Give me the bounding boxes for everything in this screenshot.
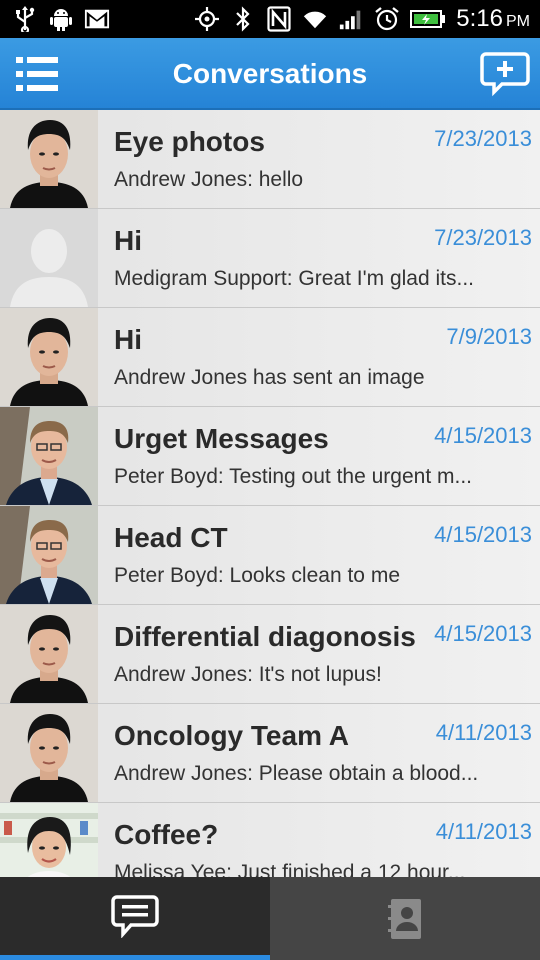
conversation-row[interactable]: Differential diagonosis 4/15/2013 Andrew J… (0, 605, 540, 704)
conversation-title: Hi (114, 225, 142, 256)
avatar (0, 506, 98, 604)
conversation-row[interactable]: Hi 7/9/2013 Andrew Jones has sent an image (0, 308, 540, 407)
conversation-preview: Medigram Support: Great I'm glad its... (114, 267, 474, 290)
conversation-preview: Melissa Yee: Just finished a 12 hour... (114, 861, 466, 877)
conversation-row[interactable]: Hi 7/23/2013 Medigram Support: Great I'm g… (0, 209, 540, 308)
conversation-date: 7/23/2013 (434, 126, 532, 151)
wifi-icon (302, 6, 328, 32)
chat-bubble-icon (111, 895, 159, 938)
conversation-date: 7/9/2013 (446, 324, 532, 349)
conversation-title: Head CT (114, 522, 228, 553)
avatar (0, 704, 98, 802)
tab-contacts[interactable] (270, 877, 540, 960)
conversation-date: 4/15/2013 (434, 621, 532, 646)
avatar (0, 209, 98, 307)
conversation-title: Hi (114, 324, 142, 355)
conversation-date: 4/11/2013 (435, 819, 532, 844)
usb-icon (12, 6, 38, 32)
page-title: Conversations (172, 58, 368, 89)
conversation-date: 4/15/2013 (434, 522, 532, 547)
conversation-row[interactable]: Urget Messages 4/15/2013 Peter Boyd: Testi… (0, 407, 540, 506)
conversation-row[interactable]: Oncology Team A 4/11/2013 Andrew Jones: Pl… (0, 704, 540, 803)
conversation-preview: Andrew Jones has sent an image (114, 366, 425, 389)
gmail-icon (84, 6, 110, 32)
gps-icon (194, 6, 220, 32)
conversation-row[interactable]: Coffee? 4/11/2013 Melissa Yee: Just finish… (0, 803, 540, 877)
avatar (0, 605, 98, 703)
conversation-preview: Peter Boyd: Looks clean to me (114, 564, 400, 587)
avatar (0, 407, 98, 505)
conversation-title: Coffee? (114, 819, 219, 850)
conversation-title: Urget Messages (114, 423, 329, 454)
battery-icon (410, 6, 446, 32)
avatar (0, 803, 98, 877)
bottom-tab-bar (0, 877, 540, 960)
alarm-icon (374, 6, 400, 32)
conversation-preview: Andrew Jones: hello (114, 168, 304, 191)
conversation-title: Differential diagonosis (114, 621, 416, 652)
conversation-preview: Peter Boyd: Testing out the urgent m... (114, 465, 472, 488)
new-conversation-button[interactable] (480, 50, 530, 98)
conversation-preview: Andrew Jones: Please obtain a blood... (114, 762, 479, 785)
bluetooth-icon (230, 6, 256, 32)
clock: 5:16 PM (456, 5, 530, 32)
conversation-date: 4/11/2013 (435, 720, 532, 745)
avatar (0, 110, 98, 208)
tab-conversations[interactable] (0, 877, 270, 960)
nfc-icon (266, 6, 292, 32)
conversation-row[interactable]: Eye photos 7/23/2013 Andrew Jones: hello (0, 110, 540, 209)
new-conversation-icon (480, 52, 530, 97)
status-bar: 5:16 PM (0, 0, 540, 38)
conversation-title: Eye photos (114, 126, 265, 157)
avatar (0, 308, 98, 406)
conversation-row[interactable]: Head CT 4/15/2013 Peter Boyd: Looks clean … (0, 506, 540, 605)
app-header: Conversations (0, 38, 540, 110)
conversation-title: Oncology Team A (114, 720, 349, 751)
signal-icon (338, 6, 364, 32)
conversation-date: 4/15/2013 (434, 423, 532, 448)
conversation-date: 7/23/2013 (434, 225, 532, 250)
android-debug-icon (48, 6, 74, 32)
conversation-preview: Andrew Jones: It's not lupus! (114, 663, 382, 686)
conversation-list[interactable]: Eye photos 7/23/2013 Andrew Jones: hello H… (0, 110, 540, 877)
contacts-book-icon (388, 898, 421, 939)
